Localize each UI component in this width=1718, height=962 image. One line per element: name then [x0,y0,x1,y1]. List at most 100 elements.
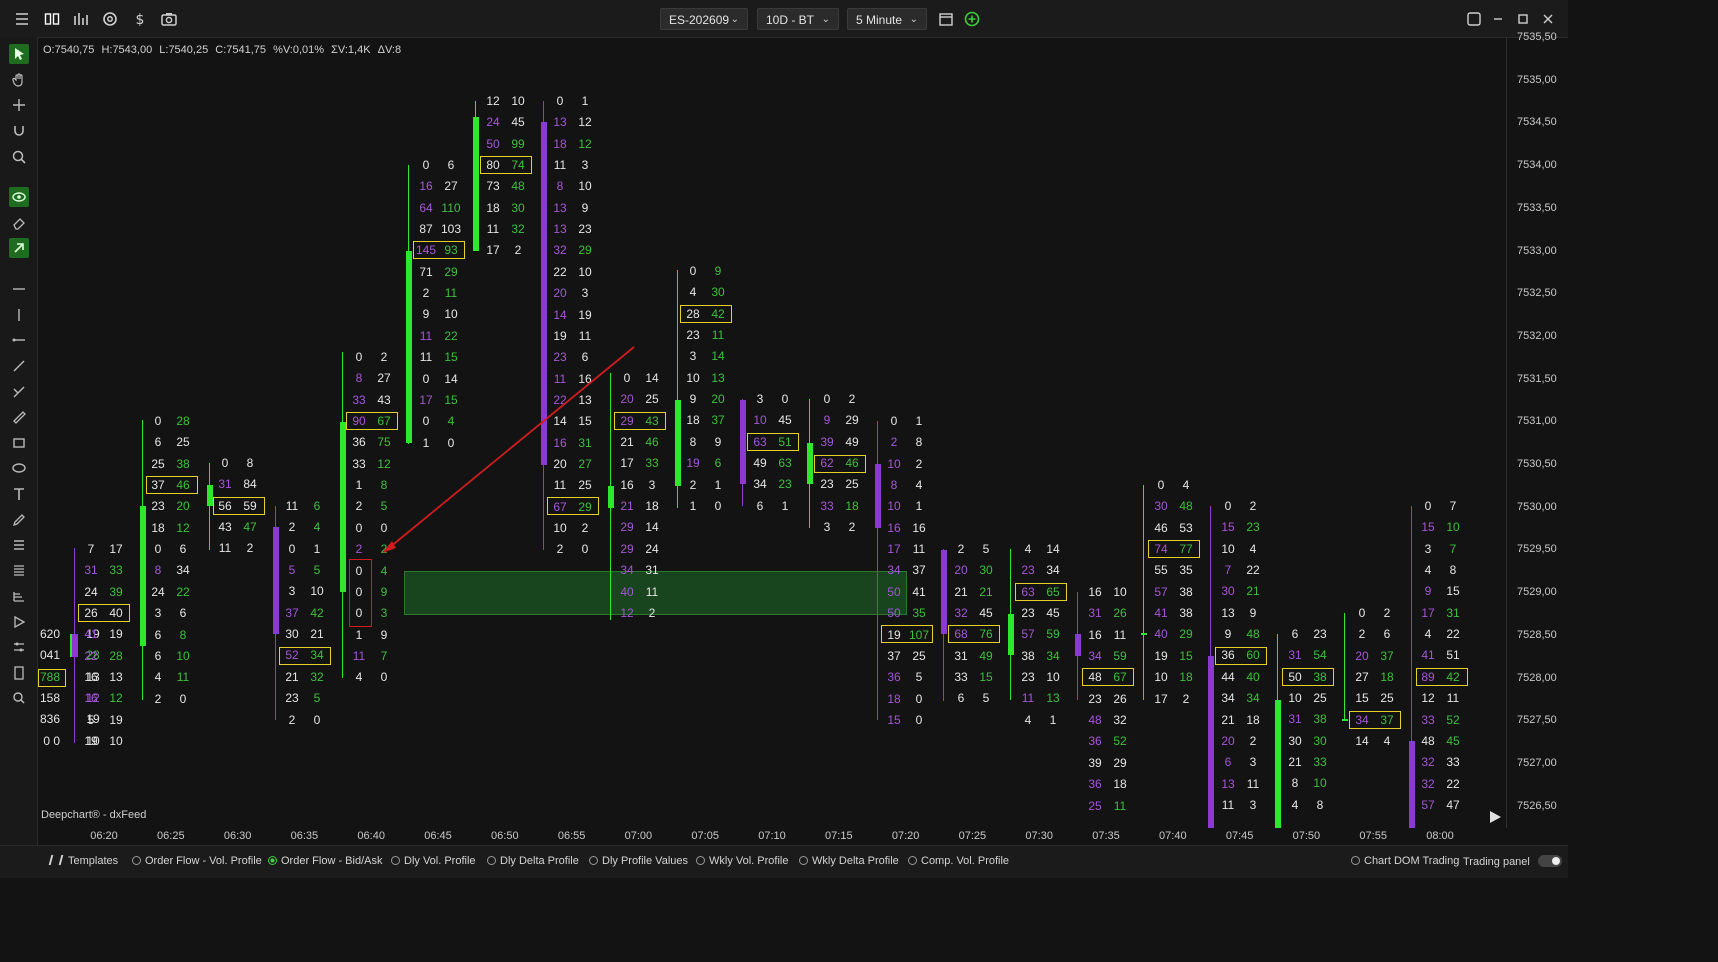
channel-line-icon[interactable] [9,382,29,402]
trend-line-icon[interactable] [9,356,29,376]
hand-pan-icon[interactable] [9,70,29,90]
bid-volume-cell: 5 [87,712,95,727]
bid-volume-cell: 8 [355,371,363,386]
indicators-icon[interactable] [71,9,91,29]
cursor-arrow-icon[interactable] [9,44,29,64]
document-icon[interactable] [9,663,29,683]
dollar-icon[interactable]: $ [130,9,150,29]
ask-volume-cell: 52 [1446,712,1460,727]
volume-profile-icon[interactable] [9,586,29,606]
template-option[interactable]: Dly Profile Values [589,855,688,867]
ask-volume-cell: 1 [313,541,321,556]
ask-volume-cell: 4 [915,478,923,493]
window-layout-icon[interactable] [1464,9,1484,29]
template-option[interactable]: Dly Delta Profile [487,855,579,867]
marker-rectangle[interactable] [349,559,372,627]
rectangle-icon[interactable] [9,433,29,453]
ellipse-icon[interactable] [9,458,29,478]
search-settings-icon[interactable] [9,688,29,708]
ask-volume-cell: 45 [1446,733,1460,748]
radio-icon [268,856,277,865]
ask-volume-cell: 13 [578,392,592,407]
templates-button[interactable]: Templates [48,855,118,867]
price-axis[interactable]: 7535,50 7535,00 7534,50 7534,00 7533,50 7533,… [1506,31,1568,828]
template-option[interactable]: Comp. Vol. Profile [908,855,1009,867]
candle-body [941,550,947,634]
ask-volume-cell: 99 [511,136,525,151]
bid-volume-cell: 31 [954,648,968,663]
play-replay-icon[interactable] [9,612,29,632]
interval-dropdown[interactable]: 5 Minute ⌄ [847,8,927,30]
bid-volume-cell: 23 [151,499,165,514]
ask-volume-cell: 11 [912,542,926,557]
ask-volume-cell: 29 [578,243,592,258]
bid-volume-cell: 23 [1088,691,1102,706]
bid-volume-cell: 14 [1355,734,1369,749]
ask-volume-cell: 34 [1046,563,1060,578]
bid-volume-cell: 0 [823,392,831,406]
sliders-icon[interactable] [9,637,29,657]
template-option[interactable]: Wkly Delta Profile [799,855,899,867]
candle-body [72,634,78,657]
bid-volume-cell: 1 [355,478,363,493]
template-option[interactable]: Order Flow - Vol. Profile [132,855,262,867]
chart-dom-trading-option[interactable]: Chart DOM Trading [1351,855,1459,867]
ask-volume-cell: 0 [380,520,388,535]
zoom-icon[interactable] [9,147,29,167]
list-lines-icon[interactable] [9,535,29,555]
poc-highlight-box [279,647,331,665]
ruler-icon[interactable] [9,407,29,427]
template-option[interactable]: Order Flow - Bid/Ask [268,855,382,867]
horizontal-line-icon[interactable] [9,279,29,299]
template-option[interactable]: Dly Vol. Profile [391,855,476,867]
bid-volume-cell: 31 [218,477,232,492]
radio-icon [1351,856,1360,865]
bid-volume-cell: 15 [1421,520,1435,535]
ask-volume-cell: 18 [1246,712,1260,727]
settings-gear-icon[interactable] [100,9,120,29]
bid-volume-cell: 55 [1154,563,1168,578]
time-axis[interactable]: 06:20 06:25 06:30 06:35 06:40 06:45 06:50 06:55… [38,828,1506,844]
trading-panel-toggle[interactable]: Trading panel [1463,855,1562,868]
close-icon[interactable] [1538,9,1558,29]
poc-highlight-box [1015,583,1067,601]
vertical-line-icon[interactable] [9,305,29,325]
eye-visibility-icon[interactable] [9,187,29,207]
list-detail-icon[interactable] [9,561,29,581]
price-tick-label: 7530,00 [1517,500,1557,513]
bid-volume-cell: 0 [623,371,631,385]
ray-line-icon[interactable] [9,330,29,350]
symbol-dropdown[interactable]: ES-202609 ⌄ [660,8,748,30]
lock-drawing-icon[interactable] [9,238,29,258]
poc-highlight-box [547,497,599,515]
camera-icon[interactable] [159,9,179,29]
ask-volume-cell: 39 [109,584,123,599]
bid-volume-cell: 7 [1224,563,1232,578]
ask-volume-cell: 8 [1316,797,1324,812]
candle-body [1008,614,1014,655]
ask-volume-cell: 15 [444,392,458,407]
poc-highlight-box [1148,540,1200,558]
range-dropdown[interactable]: 10D - BT ⌄ [757,8,839,30]
pencil-icon[interactable] [9,510,29,530]
eraser-icon[interactable] [9,213,29,233]
footprint-chart-icon[interactable] [42,9,62,29]
add-chart-icon[interactable] [962,9,982,29]
scroll-right-icon[interactable] [1490,811,1501,823]
template-option[interactable]: Wkly Vol. Profile [696,855,788,867]
ask-volume-cell: 1 [1049,712,1057,727]
maximize-icon[interactable] [1513,9,1533,29]
crosshair-icon[interactable] [9,95,29,115]
bid-volume-cell: 57 [1021,627,1035,642]
ask-volume-cell: 21 [1246,584,1260,599]
text-tool-icon[interactable] [9,484,29,504]
magnet-icon[interactable] [9,121,29,141]
ask-volume-cell: 25 [845,477,859,492]
minimize-icon[interactable] [1488,9,1508,29]
footprint-chart-area[interactable]: 620 19 041 28 788 13 158 12 836 19 0 0 10 7 17 31 33 24 3… [38,38,1505,828]
ask-volume-cell: 11 [1446,691,1460,706]
symbol-value: ES-202609 [669,13,730,27]
ask-volume-cell: 2 [915,456,923,471]
calendar-icon[interactable] [936,9,956,29]
menu-icon[interactable] [12,9,32,29]
